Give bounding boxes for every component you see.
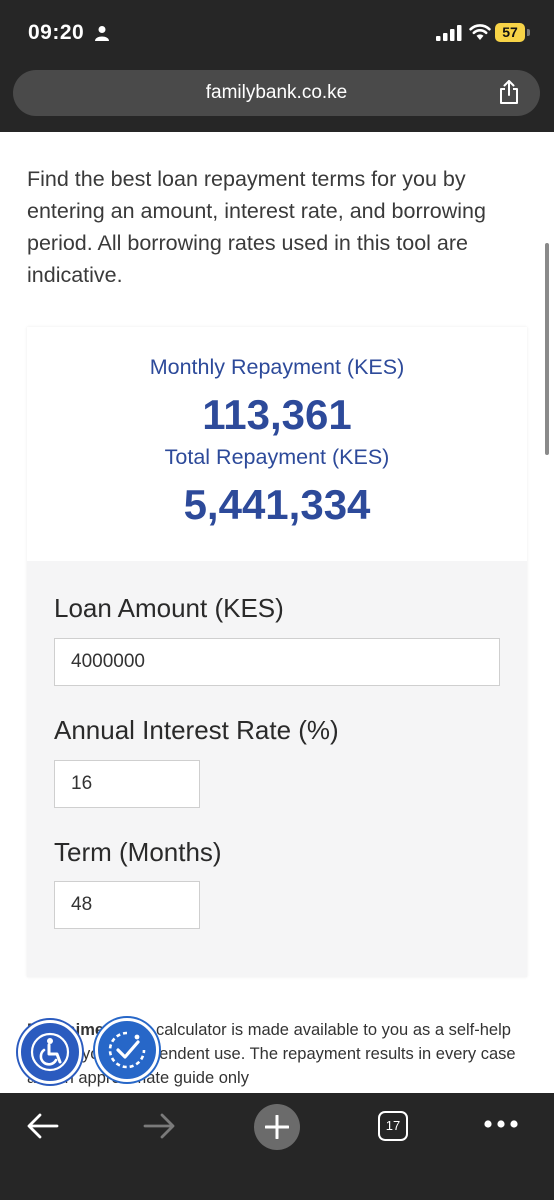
interest-rate-label: Annual Interest Rate (%) [54, 715, 339, 745]
term-label: Term (Months) [54, 837, 222, 867]
results-panel: Monthly Repayment (KES) 113,361 Total Re… [27, 327, 527, 561]
browser-bottom-toolbar: 17 [0, 1093, 554, 1200]
tabs-button[interactable]: 17 [378, 1111, 408, 1141]
intro-text: Find the best loan repayment terms for y… [27, 167, 486, 287]
plus-icon [265, 1115, 289, 1139]
signal-icon [436, 25, 462, 41]
loan-calculator-card: Monthly Repayment (KES) 113,361 Total Re… [27, 327, 527, 977]
monthly-repayment-label: Monthly Repayment (KES) [149, 355, 405, 379]
battery-nub [527, 29, 530, 36]
monthly-repayment-value: 113,361 [202, 391, 352, 438]
accessibility-icon [30, 1032, 70, 1072]
person-icon [95, 26, 109, 41]
accessibility-check-icon [108, 1031, 146, 1069]
loan-amount-input[interactable] [54, 638, 500, 686]
back-arrow-icon[interactable] [25, 1111, 59, 1141]
share-icon[interactable] [498, 79, 520, 105]
loan-amount-label: Loan Amount (KES) [54, 593, 284, 623]
more-icon[interactable] [484, 1119, 518, 1129]
address-bar[interactable]: familybank.co.ke [13, 70, 540, 116]
total-repayment-label: Total Repayment (KES) [164, 445, 390, 469]
accessibility-button[interactable] [18, 1020, 82, 1084]
url-text: familybank.co.ke [205, 82, 348, 103]
forward-arrow-icon[interactable] [143, 1111, 177, 1141]
accessibility-check-button[interactable] [95, 1018, 159, 1082]
interest-rate-input[interactable] [54, 760, 200, 808]
battery-indicator: 57 [495, 23, 525, 42]
status-time: 09:20 [28, 21, 85, 44]
browser-top-bar: 09:20 57 familybank.co.ke [0, 0, 554, 132]
total-repayment-value: 5,441,334 [183, 481, 371, 528]
term-input[interactable] [54, 881, 200, 929]
wifi-icon [469, 24, 491, 40]
new-tab-button[interactable] [254, 1104, 300, 1150]
scrollbar[interactable] [545, 243, 549, 455]
